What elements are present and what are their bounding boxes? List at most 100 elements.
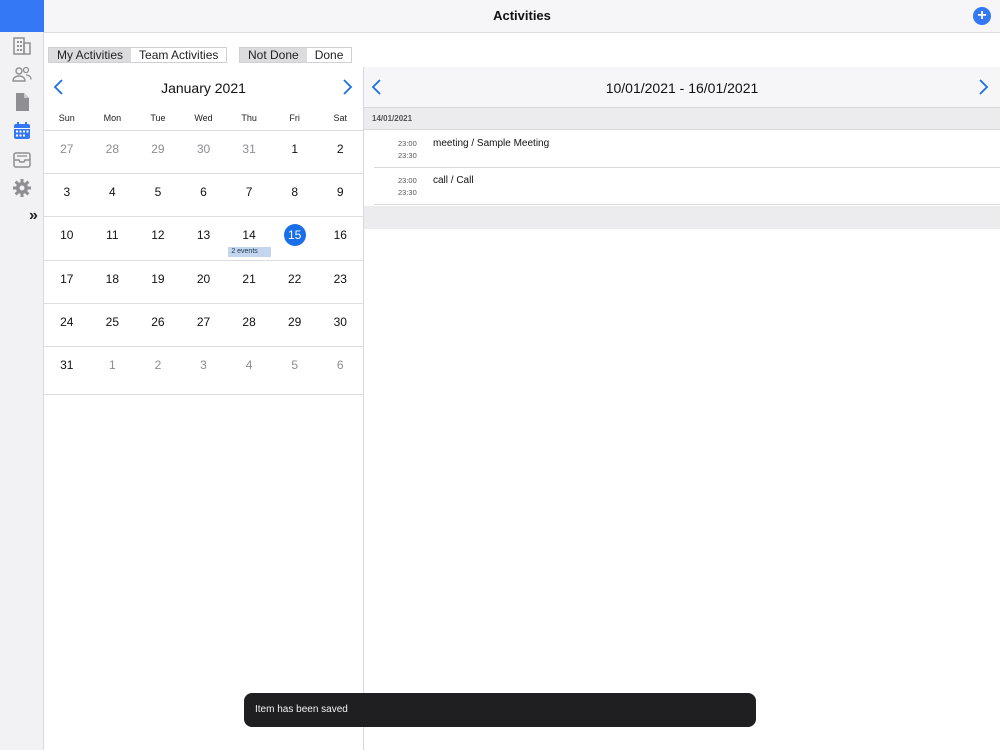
day-number: 30 (196, 142, 211, 156)
day-number: 15 (283, 224, 306, 247)
day-number: 8 (291, 185, 299, 200)
done-button[interactable]: Done (307, 48, 352, 62)
calendar-day[interactable]: 20 (181, 261, 227, 303)
calendar-day[interactable]: 8 (272, 174, 318, 216)
calendar-icon[interactable] (12, 121, 32, 141)
calendar-day[interactable]: 29 (272, 304, 318, 346)
calendar-grid: 27 28 29 30 31 1 2 3 4 5 6 7 8 9 10 11 12 13 14 2 events 15 1… (44, 130, 363, 395)
calendar-day[interactable]: 3 (181, 347, 227, 394)
calendar-day[interactable]: 10 (44, 217, 90, 259)
calendar-day[interactable]: 7 (226, 174, 272, 216)
agenda-footer-band (364, 206, 1000, 229)
inbox-icon[interactable] (12, 150, 32, 170)
calendar-day[interactable]: 4 (90, 174, 136, 216)
calendar-day-today[interactable]: 15 (272, 217, 318, 259)
calendar-day[interactable]: 9 (317, 174, 363, 216)
calendar-week: 27 28 29 30 31 1 2 (44, 130, 363, 173)
people-icon[interactable] (12, 64, 32, 84)
agenda-date-header: 14/01/2021 (364, 108, 1000, 130)
calendar-day[interactable]: 31 (226, 131, 272, 173)
gear-icon[interactable] (12, 178, 32, 198)
weekday-label: Tue (150, 113, 166, 123)
day-number: 14 (242, 228, 256, 243)
toast-message: Item has been saved (255, 704, 348, 715)
day-number: 5 (291, 357, 299, 372)
expand-sidebar-button[interactable]: » (29, 207, 38, 225)
calendar-day[interactable]: 19 (135, 261, 181, 303)
calendar-day[interactable]: 28 (90, 131, 136, 173)
calendar-day[interactable]: 6 (317, 347, 363, 394)
day-number: 2 (154, 357, 162, 372)
add-activity-button[interactable]: + (973, 7, 991, 25)
calendar-day[interactable]: 17 (44, 261, 90, 303)
calendar-day[interactable]: 6 (181, 174, 227, 216)
calendar-day[interactable]: 23 (317, 261, 363, 303)
team-activities-button[interactable]: Team Activities (131, 48, 226, 62)
calendar-day[interactable]: 16 (317, 217, 363, 259)
sidebar: » (0, 0, 44, 750)
calendar-week: 3 4 5 6 7 8 9 (44, 173, 363, 216)
weekday-label: Sat (333, 113, 348, 123)
calendar-day[interactable]: 24 (44, 304, 90, 346)
day-number: 12 (151, 228, 165, 243)
owner-filter: My Activities Team Activities (48, 47, 228, 63)
event-label: call / Call (433, 175, 474, 186)
day-number: 20 (196, 271, 211, 286)
calendar-week: 17 18 19 20 21 22 23 (44, 259, 363, 303)
calendar-day[interactable]: 1 (90, 347, 136, 394)
day-number: 27 (60, 142, 74, 156)
my-activities-button[interactable]: My Activities (49, 48, 132, 62)
building-icon[interactable] (12, 36, 32, 56)
calendar-day[interactable]: 5 (135, 174, 181, 216)
day-number: 16 (333, 228, 347, 243)
day-number: 18 (105, 271, 120, 286)
calendar-day[interactable]: 27 (181, 304, 227, 346)
calendar-day[interactable]: 5 (272, 347, 318, 394)
status-filter: Not Done Done (239, 47, 353, 63)
day-number: 28 (105, 142, 120, 156)
calendar-day[interactable]: 11 (90, 217, 136, 259)
day-number: 10 (60, 228, 74, 243)
calendar-day[interactable]: 30 (181, 131, 227, 173)
calendar-day[interactable]: 18 (90, 261, 136, 303)
calendar-day[interactable]: 2 (135, 347, 181, 394)
calendar-day[interactable]: 22 (272, 261, 318, 303)
weekday-label: Thu (241, 113, 257, 123)
weekday-label: Fri (289, 113, 300, 123)
day-number: 3 (63, 185, 71, 200)
calendar-day[interactable]: 21 (226, 261, 272, 303)
event-row[interactable]: 23:00 23:30 meeting / Sample Meeting (374, 131, 1000, 168)
day-number: 4 (109, 185, 116, 200)
not-done-button[interactable]: Not Done (240, 48, 307, 62)
calendar-day[interactable]: 12 (135, 217, 181, 259)
weekday-label: Mon (103, 113, 122, 123)
weekday-label: Sun (58, 113, 75, 123)
calendar-day[interactable]: 14 2 events (226, 217, 272, 259)
weekday-label: Wed (194, 113, 213, 123)
events-badge[interactable]: 2 events (228, 247, 271, 258)
calendar-day[interactable]: 1 (272, 131, 318, 173)
day-number: 23 (333, 271, 347, 286)
document-icon[interactable] (12, 92, 32, 112)
calendar-day[interactable]: 30 (317, 304, 363, 346)
calendar-day[interactable]: 3 (44, 174, 90, 216)
calendar-day[interactable]: 26 (135, 304, 181, 346)
next-week-button[interactable] (976, 77, 990, 97)
next-month-button[interactable] (340, 77, 354, 97)
calendar-day[interactable]: 4 (226, 347, 272, 394)
day-number: 26 (151, 314, 165, 329)
weekday-header: Sun Mon Tue Wed Thu Fri Sat (44, 113, 363, 129)
calendar-day[interactable]: 27 (44, 131, 90, 173)
week-agenda: 10/01/2021 - 16/01/2021 14/01/2021 23:00… (364, 67, 1000, 750)
calendar-day[interactable]: 2 (317, 131, 363, 173)
calendar-day[interactable]: 31 (44, 347, 90, 394)
calendar-day[interactable]: 29 (135, 131, 181, 173)
calendar-day[interactable]: 28 (226, 304, 272, 346)
event-row[interactable]: 23:00 23:30 call / Call (374, 168, 1000, 205)
calendar-day[interactable]: 25 (90, 304, 136, 346)
day-number: 31 (60, 357, 74, 372)
day-number: 6 (200, 185, 207, 200)
calendar-day[interactable]: 13 (181, 217, 227, 259)
day-number: 2 (336, 142, 344, 156)
calendar-week: 24 25 26 27 28 29 30 (44, 302, 363, 346)
